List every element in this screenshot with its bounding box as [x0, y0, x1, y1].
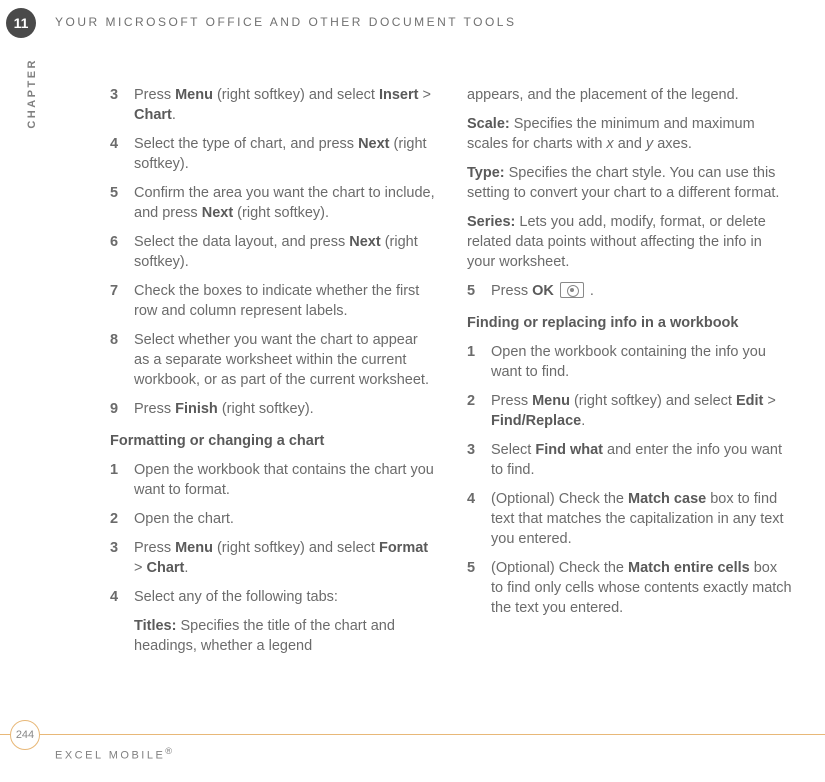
step-item: 3 Press Menu (right softkey) and select …	[110, 538, 435, 578]
section-heading: Finding or replacing info in a workbook	[467, 313, 792, 333]
ok-button-icon	[560, 282, 584, 298]
page-number-badge: 244	[10, 720, 40, 750]
step-text: Press Menu (right softkey) and select Fo…	[134, 538, 435, 578]
step-number: 4	[110, 134, 134, 174]
step-text: Select Find what and enter the info you …	[491, 440, 792, 480]
step-text: Press Finish (right softkey).	[134, 399, 435, 419]
step-number: 5	[467, 281, 491, 301]
tab-description: Series: Lets you add, modify, format, or…	[467, 212, 792, 272]
step-text: Press OK .	[491, 281, 792, 301]
step-text: (Optional) Check the Match entire cells …	[491, 558, 792, 618]
step-number: 5	[467, 558, 491, 618]
step-number: 9	[110, 399, 134, 419]
step-text: Check the boxes to indicate whether the …	[134, 281, 435, 321]
header-title: YOUR MICROSOFT OFFICE AND OTHER DOCUMENT…	[55, 15, 516, 29]
step-number: 4	[467, 489, 491, 549]
step-number: 7	[110, 281, 134, 321]
content-area: 3 Press Menu (right softkey) and select …	[110, 85, 795, 665]
section-heading: Formatting or changing a chart	[110, 431, 435, 451]
step-text: Select whether you want the chart to app…	[134, 330, 435, 390]
step-number: 2	[110, 509, 134, 529]
step-number: 6	[110, 232, 134, 272]
footer-divider	[0, 734, 825, 735]
step-item: 2 Open the chart.	[110, 509, 435, 529]
step-item: 6 Select the data layout, and press Next…	[110, 232, 435, 272]
step-item: 4 Select the type of chart, and press Ne…	[110, 134, 435, 174]
step-item: 5 (Optional) Check the Match entire cell…	[467, 558, 792, 618]
step-number: 3	[110, 538, 134, 578]
step-item: 4 (Optional) Check the Match case box to…	[467, 489, 792, 549]
step-item: 2 Press Menu (right softkey) and select …	[467, 391, 792, 431]
step-number: 5	[110, 183, 134, 223]
tab-description-continued: appears, and the placement of the legend…	[467, 85, 792, 105]
footer-title: EXCEL MOBILE®	[55, 746, 175, 762]
right-column: appears, and the placement of the legend…	[467, 85, 792, 665]
step-item: 1 Open the workbook containing the info …	[467, 342, 792, 382]
chapter-number-badge: 11	[6, 8, 36, 38]
step-item: 3 Select Find what and enter the info yo…	[467, 440, 792, 480]
step-text: Press Menu (right softkey) and select Ed…	[491, 391, 792, 431]
step-text: Select any of the following tabs:	[134, 587, 435, 607]
step-number: 1	[110, 460, 134, 500]
chapter-vertical-label: CHAPTER	[26, 58, 38, 129]
step-item: 7 Check the boxes to indicate whether th…	[110, 281, 435, 321]
step-text: Press Menu (right softkey) and select In…	[134, 85, 435, 125]
tab-description: Scale: Specifies the minimum and maximum…	[467, 114, 792, 154]
step-item: 9 Press Finish (right softkey).	[110, 399, 435, 419]
step-item: 4 Select any of the following tabs:	[110, 587, 435, 607]
step-text: Confirm the area you want the chart to i…	[134, 183, 435, 223]
step-number: 3	[467, 440, 491, 480]
tab-description: Titles: Specifies the title of the chart…	[134, 616, 435, 656]
step-number: 3	[110, 85, 134, 125]
tab-description: Type: Specifies the chart style. You can…	[467, 163, 792, 203]
left-column: 3 Press Menu (right softkey) and select …	[110, 85, 435, 665]
step-item: 1 Open the workbook that contains the ch…	[110, 460, 435, 500]
step-item: 8 Select whether you want the chart to a…	[110, 330, 435, 390]
step-item: 5 Press OK .	[467, 281, 792, 301]
step-number: 8	[110, 330, 134, 390]
step-item: 3 Press Menu (right softkey) and select …	[110, 85, 435, 125]
page-header: 11 YOUR MICROSOFT OFFICE AND OTHER DOCUM…	[0, 8, 825, 38]
step-text: (Optional) Check the Match case box to f…	[491, 489, 792, 549]
step-number: 1	[467, 342, 491, 382]
step-text: Select the type of chart, and press Next…	[134, 134, 435, 174]
step-number: 4	[110, 587, 134, 607]
page-footer: 244 EXCEL MOBILE®	[0, 734, 825, 768]
step-text: Open the chart.	[134, 509, 435, 529]
step-item: 5 Confirm the area you want the chart to…	[110, 183, 435, 223]
step-number: 2	[467, 391, 491, 431]
step-text: Open the workbook containing the info yo…	[491, 342, 792, 382]
step-text: Select the data layout, and press Next (…	[134, 232, 435, 272]
step-text: Open the workbook that contains the char…	[134, 460, 435, 500]
